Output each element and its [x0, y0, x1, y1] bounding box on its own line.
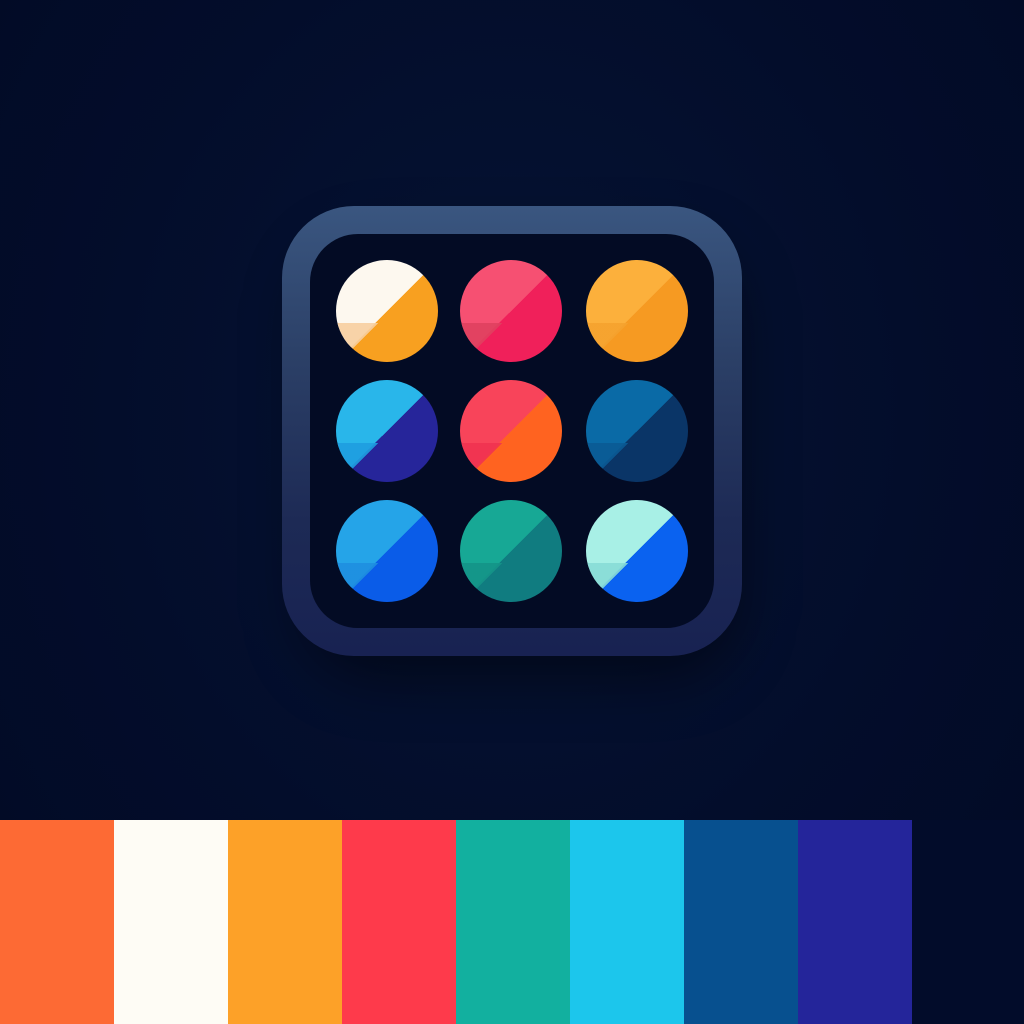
dot-teal	[460, 500, 562, 602]
dot-sky-blue-shade	[336, 563, 438, 602]
color-palette	[0, 820, 1024, 1024]
dot-white-orange	[336, 260, 438, 362]
swatch-cyan	[570, 820, 684, 1024]
canvas	[0, 0, 1024, 1024]
dot-blue-navy	[586, 380, 688, 482]
dot-white-orange-shade	[336, 323, 438, 362]
swatch-navy	[912, 820, 1024, 1024]
dot-amber-shade	[586, 323, 688, 362]
dot-mint-blue	[586, 500, 688, 602]
swatch-teal	[456, 820, 570, 1024]
swatch-amber	[228, 820, 342, 1024]
dot-red-orange	[460, 380, 562, 482]
dot-teal-shade	[460, 563, 562, 602]
swatch-cream	[114, 820, 228, 1024]
dot-red-orange-shade	[460, 443, 562, 482]
swatch-red	[342, 820, 456, 1024]
dot-cyan-indigo	[336, 380, 438, 482]
dot-pink-red-shade	[460, 323, 562, 362]
dot-amber	[586, 260, 688, 362]
dot-sky-blue	[336, 500, 438, 602]
dot-cyan-indigo-shade	[336, 443, 438, 482]
swatch-indigo	[798, 820, 912, 1024]
swatch-orange	[0, 820, 114, 1024]
dot-blue-navy-shade	[586, 443, 688, 482]
swatch-blue	[684, 820, 798, 1024]
dot-mint-blue-shade	[586, 563, 688, 602]
dot-pink-red	[460, 260, 562, 362]
